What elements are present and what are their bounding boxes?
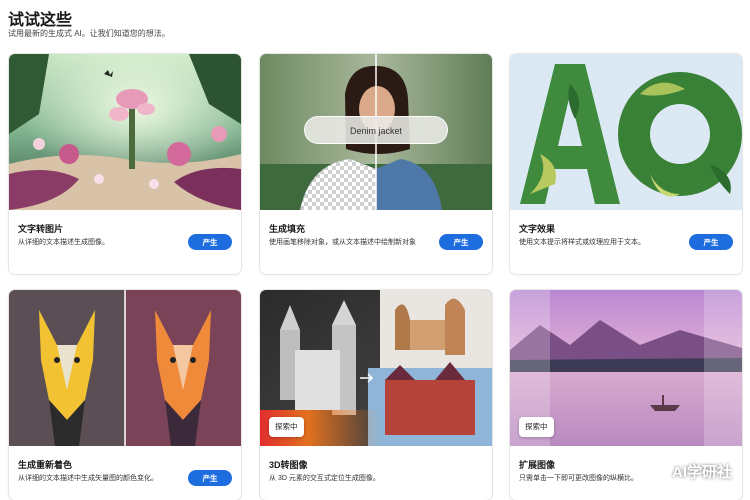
page-title: 试试这些	[8, 12, 73, 29]
watermark: AI学研社	[646, 461, 732, 482]
portrait-fill-image: Denim jacket	[260, 54, 492, 210]
card-description: 从 3D 元素的交互式定位生成图像。	[269, 475, 380, 482]
card-info: 生成重新着色 从详细的文本描述中生成矢量图的颜色变化。 产生	[9, 446, 241, 500]
lake-landscape-image: 探索中	[510, 290, 742, 446]
card-title: 生成填充	[269, 224, 306, 234]
card-text-effects[interactable]: 文字效果 使用文本提示将样式或纹理应用于文本。 产生	[510, 54, 742, 274]
generate-button[interactable]: 产生	[439, 234, 483, 250]
card-description: 使用文本提示将样式或纹理应用于文本。	[519, 239, 645, 246]
prompt-overlay: Denim jacket	[304, 116, 448, 144]
card-3d-to-image[interactable]: 探索中 3D转图像 从 3D 元素的交互式定位生成图像。	[260, 290, 492, 500]
card-description: 从详细的文本描述中生成矢量图的颜色变化。	[18, 475, 158, 482]
generate-button[interactable]: 产生	[188, 470, 232, 486]
card-description: 从详细的文本描述生成图像。	[18, 239, 109, 246]
card-generative-fill[interactable]: Denim jacket 生成填充 使用画笔移除对象，或从文本描述中绘制新对象 …	[260, 54, 492, 274]
card-title: 文字转图片	[18, 224, 64, 234]
watermark-text: AI学研社	[671, 464, 732, 481]
wechat-icon	[646, 462, 668, 480]
card-info: 3D转图像 从 3D 元素的交互式定位生成图像。	[260, 446, 492, 500]
card-info: 生成填充 使用画笔移除对象，或从文本描述中绘制新对象 产生	[260, 210, 492, 274]
card-title: 生成重新着色	[18, 460, 73, 470]
card-title: 文字效果	[519, 224, 556, 234]
card-info: 文字效果 使用文本提示将样式或纹理应用于文本。 产生	[510, 210, 742, 274]
card-info: 文字转图片 从详细的文本描述生成图像。 产生	[9, 210, 241, 274]
card-text-to-image[interactable]: 文字转图片 从详细的文本描述生成图像。 产生	[9, 54, 241, 274]
exploring-badge: 探索中	[519, 417, 554, 437]
card-description: 使用画笔移除对象，或从文本描述中绘制新对象	[269, 239, 416, 246]
castle-3d-image: 探索中	[260, 290, 492, 446]
recolored-dog-image	[9, 290, 241, 446]
exploring-badge: 探索中	[269, 417, 304, 437]
card-title: 3D转图像	[269, 460, 308, 470]
leaf-letters-image	[510, 54, 742, 210]
card-description: 只需单击一下即可更改图像的纵横比。	[519, 475, 638, 482]
generate-button[interactable]: 产生	[689, 234, 733, 250]
fantasy-garden-image	[9, 54, 241, 210]
card-generative-recolor[interactable]: 生成重新着色 从详细的文本描述中生成矢量图的颜色变化。 产生	[9, 290, 241, 500]
card-title: 扩展图像	[519, 460, 556, 470]
page-subtitle: 试用最新的生成式 AI。让我们知道您的想法。	[8, 29, 170, 38]
generate-button[interactable]: 产生	[188, 234, 232, 250]
